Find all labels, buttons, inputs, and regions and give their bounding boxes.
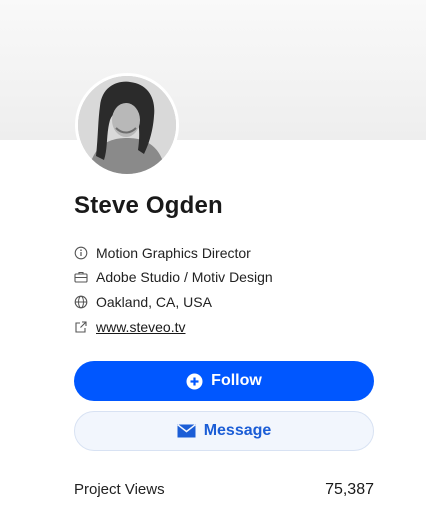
follow-button[interactable]: Follow: [74, 361, 374, 401]
website-row[interactable]: www.steveo.tv: [74, 317, 185, 337]
profile-name: Steve Ogden: [74, 192, 223, 219]
company-text: Adobe Studio / Motiv Design: [96, 269, 273, 285]
location-row: Oakland, CA, USA: [74, 292, 212, 312]
globe-icon: [74, 295, 88, 309]
website-link[interactable]: www.steveo.tv: [96, 319, 185, 335]
briefcase-icon: [74, 270, 88, 284]
company-row: Adobe Studio / Motiv Design: [74, 267, 273, 287]
follow-button-label: Follow: [211, 372, 262, 389]
info-circle-icon: [74, 246, 88, 260]
avatar[interactable]: [75, 73, 179, 177]
project-views-label: Project Views: [74, 481, 165, 498]
location-text: Oakland, CA, USA: [96, 294, 212, 310]
avatar-photo: [78, 76, 176, 174]
message-button-label: Message: [203, 422, 272, 439]
external-link-icon: [74, 320, 88, 334]
occupation-text: Motion Graphics Director: [96, 245, 251, 261]
envelope-icon: [177, 424, 196, 438]
project-views-value: 75,387: [325, 481, 374, 498]
occupation-row: Motion Graphics Director: [74, 243, 251, 263]
message-button[interactable]: Message: [74, 411, 374, 451]
profile-cover-banner: [0, 0, 426, 140]
plus-circle-icon: [186, 373, 203, 390]
